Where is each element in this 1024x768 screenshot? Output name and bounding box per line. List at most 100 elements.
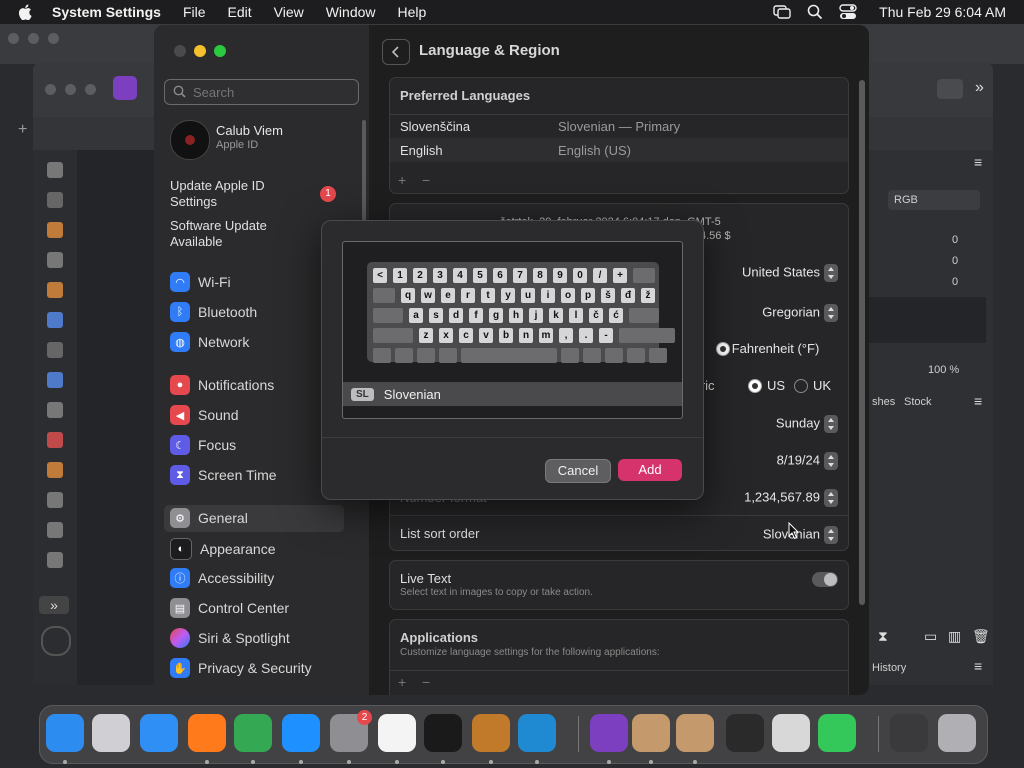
affinity-photo-icon[interactable] — [590, 714, 628, 752]
tab-stock[interactable]: Stock — [904, 396, 932, 408]
bg-add-tab-icon[interactable]: + — [18, 121, 27, 139]
sidebar-item-accessibility[interactable]: ⓘ Accessibility — [170, 568, 274, 588]
firefox-icon[interactable] — [188, 714, 226, 752]
list-sort-order-select[interactable]: Slovenian — [763, 526, 838, 544]
selection-tool-icon[interactable] — [47, 312, 63, 328]
update-apple-id-link[interactable]: Update Apple ID Settings — [170, 178, 290, 210]
app-store-icon[interactable] — [282, 714, 320, 752]
paint-tool-icon[interactable] — [47, 282, 63, 298]
bg-panel-menu-icon[interactable]: ≡ — [974, 154, 982, 170]
calendar-select[interactable]: Gregorian — [762, 304, 838, 322]
add-button[interactable]: Add — [618, 459, 682, 481]
sidebar-item-bluetooth[interactable]: ᛒ Bluetooth — [170, 302, 257, 322]
bg-folder-icon[interactable]: ▭ — [924, 628, 937, 645]
hand-tool-icon[interactable] — [47, 162, 63, 178]
vscode-icon[interactable] — [518, 714, 556, 752]
downloads-icon[interactable] — [890, 714, 928, 752]
smudge-tool-icon[interactable] — [47, 462, 63, 478]
marquee-tool-icon[interactable] — [47, 342, 63, 358]
zoom-tool-icon[interactable] — [47, 522, 63, 538]
zoom-value[interactable]: 100 % — [928, 364, 959, 376]
region-select[interactable]: United States — [742, 264, 838, 282]
color-wheel-icon[interactable] — [41, 626, 71, 656]
search-field[interactable] — [164, 79, 359, 105]
sidebar-item-network[interactable]: ◍ Network — [170, 332, 249, 352]
first-day-select[interactable]: Sunday — [776, 415, 838, 433]
history-tab[interactable]: History — [872, 662, 906, 674]
console-icon[interactable] — [726, 714, 764, 752]
us-radio[interactable] — [748, 379, 762, 393]
bg-app-chat-icon[interactable] — [937, 79, 963, 99]
bg-trash-icon[interactable]: 🗑 — [972, 628, 990, 645]
menu-app-name[interactable]: System Settings — [52, 4, 161, 20]
bg-delete-icon[interactable]: ▥ — [948, 628, 961, 645]
apple-logo-icon[interactable] — [18, 4, 32, 20]
fahrenheit-radio[interactable] — [716, 342, 730, 356]
add-application-button[interactable]: + — [398, 674, 406, 690]
sidebar-item-screen-time[interactable]: ⧗ Screen Time — [170, 465, 277, 485]
menu-clock[interactable]: Thu Feb 29 6:04 AM — [879, 4, 1006, 20]
sidebar-item-siri-spotlight[interactable]: Siri & Spotlight — [170, 628, 290, 648]
avatar[interactable] — [170, 120, 210, 160]
content-scrollbar[interactable] — [859, 80, 865, 605]
red-brush-tool-icon[interactable] — [47, 432, 63, 448]
terminal-icon[interactable] — [424, 714, 462, 752]
menu-view[interactable]: View — [274, 4, 304, 20]
measurement-uk-label[interactable]: UK — [813, 378, 831, 393]
search-input[interactable] — [191, 83, 355, 101]
sidebar-item-sound[interactable]: ◀ Sound — [170, 405, 238, 425]
control-center-icon[interactable] — [839, 4, 857, 20]
menu-window[interactable]: Window — [326, 4, 376, 20]
uk-radio[interactable] — [794, 379, 808, 393]
package-icon[interactable] — [632, 714, 670, 752]
safari-icon[interactable] — [140, 714, 178, 752]
spotlight-search-icon[interactable] — [807, 4, 823, 20]
numbers-icon[interactable] — [818, 714, 856, 752]
textedit-icon[interactable] — [378, 714, 416, 752]
finder-icon[interactable] — [46, 714, 84, 752]
tools-expand-icon[interactable]: » — [39, 596, 69, 614]
back-button[interactable] — [382, 39, 410, 65]
window-zoom-button[interactable] — [214, 45, 226, 57]
crop-tool-icon[interactable] — [47, 252, 63, 268]
color-model-select[interactable]: RGB — [888, 190, 980, 210]
bg-panel2-menu-icon[interactable]: ≡ — [974, 393, 982, 409]
cancel-button[interactable]: Cancel — [545, 459, 611, 483]
window-close-button[interactable] — [174, 45, 186, 57]
account-name[interactable]: Calub Viem — [216, 123, 283, 138]
package-2-icon[interactable] — [676, 714, 714, 752]
language-row[interactable]: English English (US) — [390, 138, 848, 162]
measurement-us-label[interactable]: US — [767, 378, 785, 393]
remove-application-button[interactable]: − — [422, 674, 430, 690]
sidebar-item-control-center[interactable]: ▤ Control Center — [170, 598, 289, 618]
bg-adjust-icon[interactable]: ⧗ — [878, 628, 888, 645]
move-tool-icon[interactable] — [47, 192, 63, 208]
number-format-select[interactable]: 1,234,567.89 — [744, 489, 838, 507]
brush-tool-icon[interactable] — [47, 222, 63, 238]
launchpad-icon[interactable] — [92, 714, 130, 752]
sidebar-item-general[interactable]: ⚙ General — [170, 508, 248, 528]
remove-language-button[interactable]: − — [422, 172, 430, 188]
window-minimize-button[interactable] — [194, 45, 206, 57]
bg-history-menu-icon[interactable]: ≡ — [974, 658, 982, 674]
disk-utility-icon[interactable] — [772, 714, 810, 752]
temperature-fahrenheit-label[interactable]: Fahrenheit (°F) — [732, 341, 820, 356]
clone-tool-icon[interactable] — [47, 402, 63, 418]
sidebar-item-wifi[interactable]: ◠ Wi-Fi — [170, 272, 231, 292]
trash-icon[interactable] — [938, 714, 976, 752]
instruments-icon[interactable] — [472, 714, 510, 752]
add-language-button[interactable]: + — [398, 172, 406, 188]
live-text-toggle[interactable] — [812, 572, 838, 587]
menu-file[interactable]: File — [183, 4, 206, 20]
software-update-link[interactable]: Software Update Available — [170, 218, 290, 250]
language-list-row-slovenian[interactable]: SL Slovenian — [343, 382, 682, 406]
sidebar-item-appearance[interactable]: ◐ Appearance — [170, 538, 276, 560]
menu-help[interactable]: Help — [398, 4, 427, 20]
sidebar-item-notifications[interactable]: ● Notifications — [170, 375, 274, 395]
menu-edit[interactable]: Edit — [228, 4, 252, 20]
eraser-tool-icon[interactable] — [47, 492, 63, 508]
language-row[interactable]: Slovenščina Slovenian — Primary — [390, 115, 848, 138]
fill-tool-icon[interactable] — [47, 372, 63, 388]
bg-app-expand-icon[interactable]: » — [975, 79, 984, 97]
tab-swatches[interactable]: shes — [872, 396, 895, 408]
